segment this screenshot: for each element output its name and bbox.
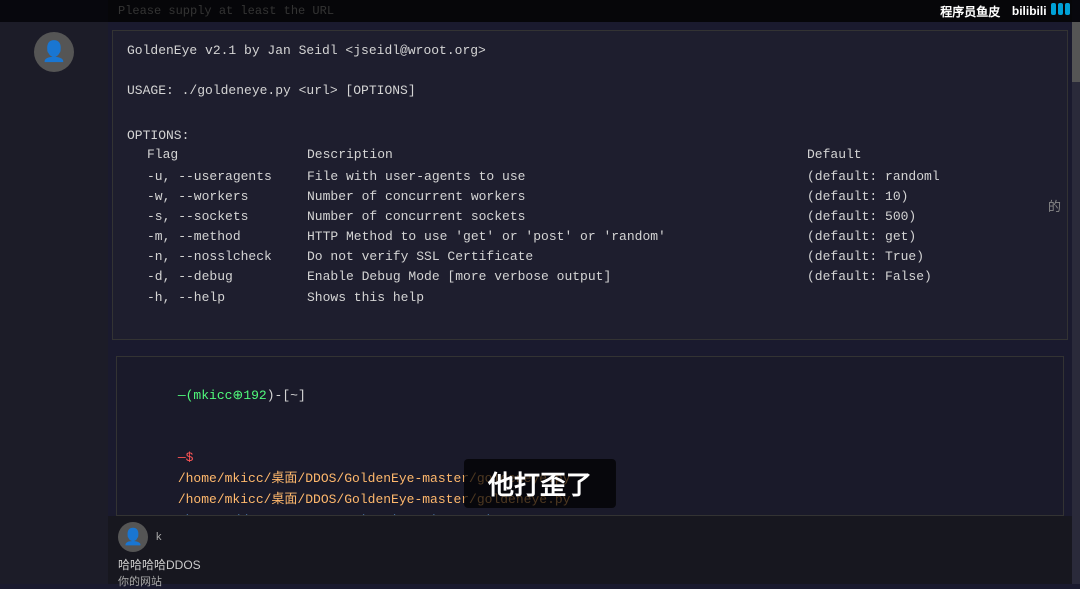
subtitle-text: 他打歪了 [488,470,592,500]
opt-default: (default: get) [807,227,916,247]
opt-desc: Do not verify SSL Certificate [307,247,807,267]
opt-flag: -m, --method [147,227,307,247]
opt-flag: -h, --help [147,288,307,308]
opt-desc: Enable Debug Mode [more verbose output] [307,267,807,287]
option-row: -s, --sockets Number of concurrent socke… [147,207,1053,227]
options-header: OPTIONS: [127,128,1053,143]
opt-desc: Number of concurrent workers [307,187,807,207]
opt-flag: -w, --workers [147,187,307,207]
terminal-top: GoldenEye v2.1 by Jan Seidl <jseidl@wroo… [112,30,1068,340]
chat-user-row: 👤 k [118,522,1062,552]
channel-name: 程序员鱼皮 [940,3,1000,20]
bili-bar1 [1051,3,1056,15]
options-table: -u, --useragents File with user-agents t… [147,167,1053,308]
prompt-at-icon: ⊕ [232,388,243,403]
chat-msg1: 哈哈哈哈DDOS [118,556,1062,573]
opt-default: (default: 500) [807,207,916,227]
right-partial: 的 [1048,196,1061,215]
opt-default: (default: 10) [807,187,908,207]
opt-default: (default: randoml [807,167,940,187]
bili-logo-text: bilibili [1012,2,1070,20]
prompt-line1: —(mkicc⊕192)-[~] [131,365,1049,427]
avatar-bottom: 👤 [118,522,148,552]
blank-line2 [127,101,1053,121]
prompt-arrow: —$ [178,450,194,465]
opt-default: (default: False) [807,267,932,287]
opt-flag: -u, --useragents [147,167,307,187]
option-row: -m, --method HTTP Method to use 'get' or… [147,227,1053,247]
opt-default: (default: True) [807,247,924,267]
avatar-top: 👤 [34,32,74,72]
prompt-host: 192 [243,388,266,403]
opt-desc: Shows this help [307,288,807,308]
chat-username: k [156,531,162,543]
top-bar: 程序员鱼皮 bilibili [0,0,1080,22]
title-line: GoldenEye v2.1 by Jan Seidl <jseidl@wroo… [127,41,1053,61]
scrollbar-thumb[interactable] [1072,22,1080,82]
bili-text: bilibili [1012,4,1047,18]
bili-bar2 [1058,3,1063,15]
blank-line1 [127,61,1053,81]
chat-user-info: k [156,531,162,543]
opt-flag: -s, --sockets [147,207,307,227]
col-desc: Description [307,145,807,165]
opt-flag: -d, --debug [147,267,307,287]
prompt-path-suffix: )-[~] [267,388,306,403]
option-row: -u, --useragents File with user-agents t… [147,167,1053,187]
opt-desc: HTTP Method to use 'get' or 'post' or 'r… [307,227,807,247]
scrollbar[interactable] [1072,22,1080,584]
opt-desc: Number of concurrent sockets [307,207,807,227]
subtitle-overlay: 他打歪了 [464,459,616,508]
bili-dots [1051,3,1070,15]
option-row: -h, --help Shows this help [147,288,1053,308]
left-sidebar: 👤 [0,22,108,584]
bili-bar3 [1065,3,1070,15]
chat-bottom: 👤 k 哈哈哈哈DDOS 你的网站 [108,516,1072,584]
prompt-prefix: —(mkicc [178,388,233,403]
col-default: Default [807,145,862,165]
usage-line: USAGE: ./goldeneye.py <url> [OPTIONS] [127,81,1053,101]
opt-desc: File with user-agents to use [307,167,807,187]
option-row: -n, --nosslcheck Do not verify SSL Certi… [147,247,1053,267]
bilibili-logo: 程序员鱼皮 bilibili [940,2,1070,20]
options-col-headers: Flag Description Default [147,145,1053,165]
opt-flag: -n, --nosslcheck [147,247,307,267]
option-row: -w, --workers Number of concurrent worke… [147,187,1053,207]
chat-msg2: 你的网站 [118,573,1062,589]
option-row: -d, --debug Enable Debug Mode [more verb… [147,267,1053,287]
col-flag: Flag [147,145,307,165]
